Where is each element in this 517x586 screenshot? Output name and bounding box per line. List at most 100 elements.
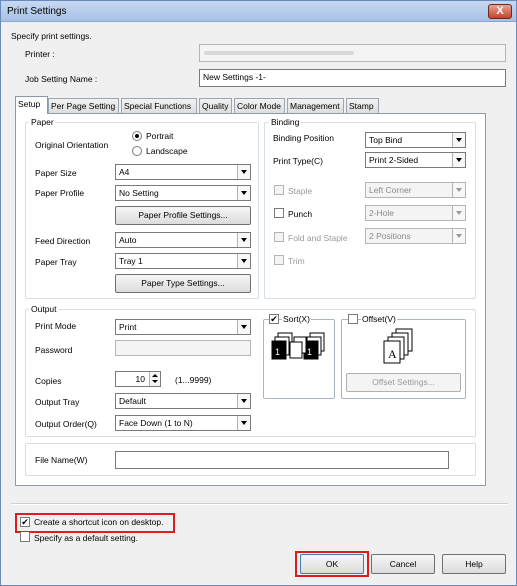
- output-tray-value: Default: [119, 396, 146, 406]
- offset-stack-icon: A: [382, 327, 418, 371]
- help-button[interactable]: Help: [442, 554, 506, 574]
- fold-and-staple-label: Fold and Staple: [288, 233, 348, 243]
- chevron-down-icon: [237, 320, 250, 334]
- output-order-label: Output Order(Q): [35, 419, 97, 429]
- printer-field[interactable]: [199, 44, 506, 62]
- svg-text:1: 1: [275, 347, 280, 357]
- staple-value: Left Corner: [369, 185, 412, 195]
- trim-checkbox[interactable]: [274, 255, 284, 265]
- offset-label: Offset(V): [361, 314, 397, 324]
- copies-spinner[interactable]: [149, 372, 160, 386]
- password-label: Password: [35, 345, 73, 355]
- shortcut-label: Create a shortcut icon on desktop.: [34, 517, 164, 527]
- print-mode-select[interactable]: Print: [115, 319, 251, 335]
- original-orientation-label: Original Orientation: [35, 140, 109, 150]
- punch-select[interactable]: 2-Hole: [365, 205, 466, 221]
- chevron-down-icon: [452, 183, 465, 197]
- paper-profile-settings-button[interactable]: Paper Profile Settings...: [115, 206, 251, 225]
- staple-checkbox[interactable]: [274, 185, 284, 195]
- paper-profile-select[interactable]: No Setting: [115, 185, 251, 201]
- printer-name-blur: [204, 51, 354, 55]
- output-tray-select[interactable]: Default: [115, 393, 251, 409]
- paper-size-select[interactable]: A4: [115, 164, 251, 180]
- binding-group-title: Binding: [269, 117, 302, 127]
- paper-group-title: Paper: [29, 117, 56, 127]
- title-bar[interactable]: Print Settings X: [1, 1, 516, 22]
- file-name-input[interactable]: [115, 451, 449, 469]
- punch-value: 2-Hole: [369, 208, 395, 218]
- chevron-down-icon: [237, 186, 250, 200]
- output-group-title: Output: [29, 304, 59, 314]
- offset-checkbox[interactable]: [348, 314, 358, 324]
- staple-select[interactable]: Left Corner: [365, 182, 466, 198]
- paper-tray-label: Paper Tray: [35, 257, 77, 267]
- shortcut-checkbox[interactable]: ✔: [20, 517, 30, 527]
- feed-direction-value: Auto: [119, 235, 137, 245]
- fold-and-staple-value: 2 Positions: [369, 231, 411, 241]
- feed-direction-label: Feed Direction: [35, 236, 91, 246]
- copies-range: (1...9999): [175, 375, 212, 385]
- default-setting-label: Specify as a default setting.: [34, 533, 138, 543]
- staple-label: Staple: [288, 186, 313, 196]
- sort-label: Sort(X): [282, 314, 311, 324]
- offset-settings-button[interactable]: Offset Settings...: [346, 373, 461, 392]
- job-setting-input[interactable]: New Settings -1-: [199, 69, 506, 87]
- paper-size-value: A4: [119, 167, 130, 177]
- tab-quality[interactable]: Quality: [199, 98, 232, 114]
- copies-label: Copies: [35, 376, 62, 386]
- fold-and-staple-checkbox[interactable]: [274, 232, 284, 242]
- spin-down-icon[interactable]: [152, 380, 158, 383]
- tab-setup[interactable]: Setup: [15, 96, 48, 114]
- chevron-down-icon: [452, 153, 465, 167]
- tab-management[interactable]: Management: [287, 98, 344, 114]
- file-name-label: File Name(W): [35, 455, 88, 465]
- fold-and-staple-select[interactable]: 2 Positions: [365, 228, 466, 244]
- print-type-label: Print Type(C): [273, 156, 323, 166]
- chevron-down-icon: [237, 233, 250, 247]
- chevron-down-icon: [452, 206, 465, 220]
- binding-position-select[interactable]: Top Bind: [365, 132, 466, 148]
- chevron-down-icon: [237, 254, 250, 268]
- trim-label: Trim: [288, 256, 305, 266]
- output-order-select[interactable]: Face Down (1 to N): [115, 415, 251, 431]
- chevron-down-icon: [237, 416, 250, 430]
- password-input[interactable]: [115, 340, 251, 356]
- tab-stamp[interactable]: Stamp: [346, 98, 379, 114]
- paper-tray-select[interactable]: Tray 1: [115, 253, 251, 269]
- paper-profile-value: No Setting: [119, 188, 159, 198]
- chevron-down-icon: [452, 229, 465, 243]
- chevron-down-icon: [452, 133, 465, 147]
- default-setting-checkbox[interactable]: [20, 532, 30, 542]
- printer-label: Printer :: [25, 49, 55, 59]
- tab-special-functions[interactable]: Special Functions: [121, 98, 197, 114]
- punch-label: Punch: [288, 209, 313, 219]
- paper-profile-label: Paper Profile: [35, 188, 85, 198]
- chevron-down-icon: [237, 165, 250, 179]
- print-type-value: Print 2-Sided: [369, 155, 419, 165]
- close-button[interactable]: X: [488, 4, 512, 19]
- landscape-radio[interactable]: [132, 146, 142, 156]
- portrait-radio[interactable]: [132, 131, 142, 141]
- intro-text: Specify print settings.: [11, 31, 92, 41]
- paper-tray-value: Tray 1: [119, 256, 143, 266]
- tab-per-page-setting[interactable]: Per Page Setting: [48, 98, 119, 114]
- feed-direction-select[interactable]: Auto: [115, 232, 251, 248]
- sort-checkbox[interactable]: ✔: [269, 314, 279, 324]
- binding-position-label: Binding Position: [273, 133, 334, 143]
- paper-type-settings-button[interactable]: Paper Type Settings...: [115, 274, 251, 293]
- portrait-label: Portrait: [146, 131, 174, 141]
- punch-checkbox[interactable]: [274, 208, 284, 218]
- cancel-button[interactable]: Cancel: [371, 554, 435, 574]
- print-settings-window: Print Settings X Specify print settings.…: [0, 0, 517, 586]
- svg-text:A: A: [388, 347, 397, 361]
- sort-pages-icon: 1 1: [270, 331, 328, 375]
- tab-color-mode[interactable]: Color Mode: [234, 98, 285, 114]
- spin-up-icon[interactable]: [152, 374, 158, 377]
- chevron-down-icon: [237, 394, 250, 408]
- print-type-select[interactable]: Print 2-Sided: [365, 152, 466, 168]
- ok-button[interactable]: OK: [300, 554, 364, 574]
- landscape-label: Landscape: [146, 146, 188, 156]
- paper-size-label: Paper Size: [35, 168, 77, 178]
- print-mode-label: Print Mode: [35, 321, 77, 331]
- output-tray-label: Output Tray: [35, 397, 80, 407]
